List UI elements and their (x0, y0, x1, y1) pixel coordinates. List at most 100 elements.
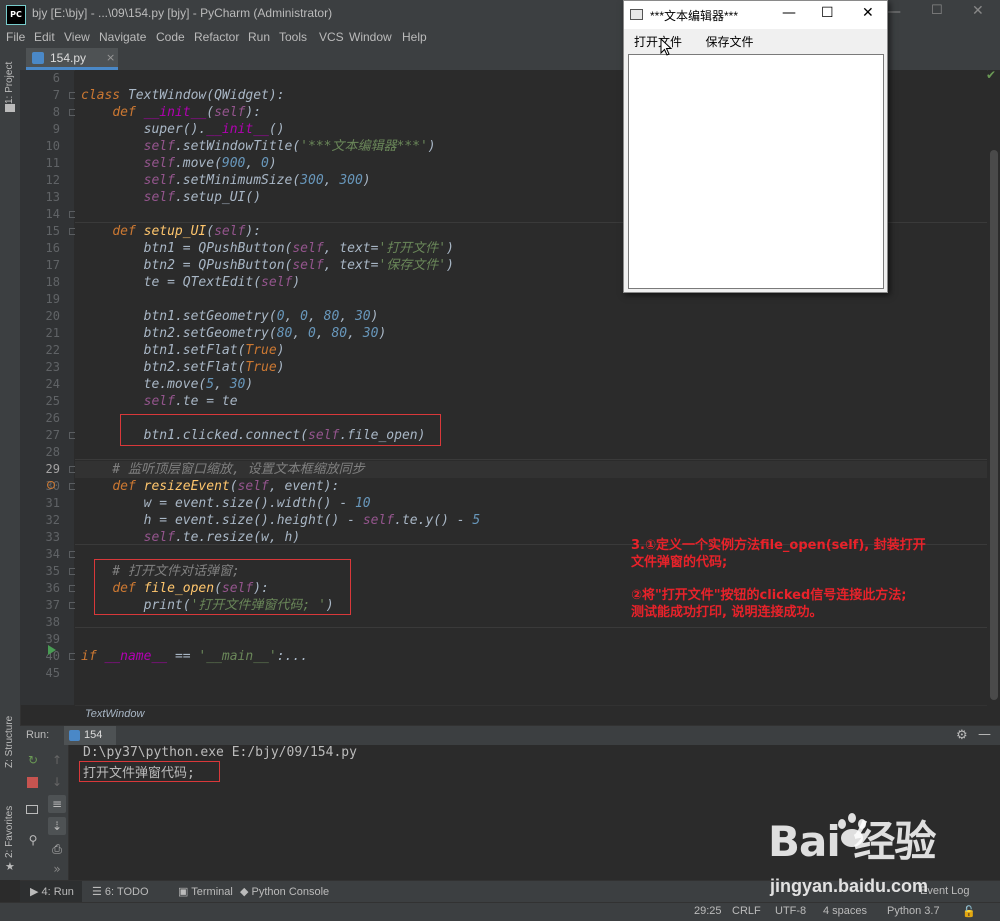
line-number: 34 (45, 547, 60, 561)
up-arrow-icon[interactable]: ↑ (48, 751, 66, 769)
line-number: 35 (45, 564, 60, 578)
qt-maximize-icon[interactable]: ☐ (821, 5, 834, 21)
save-file-button[interactable]: 保存文件 (692, 31, 767, 53)
more-icon[interactable]: » (48, 860, 66, 878)
run-gutter-icon[interactable] (48, 645, 56, 655)
menu-file[interactable]: File (6, 30, 25, 44)
qt-minimize-icon[interactable]: — (782, 5, 796, 21)
line-number: 26 (45, 411, 60, 425)
star-icon: ★ (5, 860, 15, 873)
tool-run[interactable]: ▶ 4: Run (30, 885, 74, 898)
layout-icon[interactable] (26, 805, 38, 814)
code-line: btn2.setFlat(True) (143, 360, 285, 375)
tab-label: 154.py (50, 51, 87, 65)
open-file-button[interactable]: 打开文件 (624, 31, 692, 53)
menu-tools[interactable]: Tools (279, 30, 307, 44)
code-line: self.setWindowTitle('***文本编辑器***') (143, 139, 436, 154)
menu-code[interactable]: Code (156, 30, 185, 44)
highlight-box-output (79, 761, 220, 782)
line-number: 27 (45, 428, 60, 442)
code-line: self.setup_UI() (143, 190, 262, 205)
line-number: 38 (45, 615, 60, 629)
run-label: Run: (26, 729, 50, 741)
menu-vcs[interactable]: VCS (319, 30, 344, 44)
print-icon[interactable]: ⎙ (48, 840, 66, 858)
minimize-icon[interactable]: — (887, 4, 901, 20)
line-separator[interactable]: CRLF (732, 905, 761, 917)
file-encoding[interactable]: UTF-8 (775, 905, 806, 917)
method-separator (75, 459, 987, 460)
override-marker-icon[interactable] (47, 481, 55, 489)
breadcrumb-class[interactable]: TextWindow (85, 708, 144, 720)
line-number: 36 (45, 581, 60, 595)
indent-setting[interactable]: 4 spaces (823, 905, 867, 917)
scrollbar-thumb[interactable] (990, 150, 998, 700)
maximize-icon[interactable]: ☐ (931, 3, 943, 18)
hide-panel-icon[interactable]: — (978, 727, 991, 742)
code-line: def resizeEvent(self, event): (112, 479, 340, 494)
rerun-icon[interactable]: ↻ (24, 751, 42, 769)
lock-icon[interactable]: 🔓 (962, 905, 976, 918)
pin-icon[interactable]: ⚲ (24, 831, 42, 849)
structure-tool-label[interactable]: Z: Structure (4, 716, 15, 768)
menu-navigate[interactable]: Navigate (99, 30, 146, 44)
breadcrumb: TextWindow (75, 705, 987, 726)
line-number: 6 (52, 71, 60, 85)
tab-close-icon[interactable]: × (106, 51, 115, 64)
python-run-icon (69, 730, 80, 741)
inspection-ok-icon[interactable]: ✔ (986, 68, 996, 82)
menu-edit[interactable]: Edit (34, 30, 55, 44)
menu-window[interactable]: Window (349, 30, 392, 44)
down-arrow-icon[interactable]: ↓ (48, 773, 66, 791)
line-number: 14 (45, 207, 60, 221)
console-command-line: D:\py37\python.exe E:/bjy/09/154.py (83, 745, 357, 760)
soft-wrap-icon[interactable]: ≡ (48, 795, 66, 813)
code-line: btn1.setFlat(True) (143, 343, 285, 358)
menu-help[interactable]: Help (402, 30, 427, 44)
code-line: self.te = te (143, 394, 238, 409)
code-line: btn1 = QPushButton(self, text='打开文件') (143, 241, 454, 256)
code-line: super().__init__() (143, 122, 285, 137)
stop-icon[interactable] (27, 777, 38, 788)
run-tab-label: 154 (84, 729, 103, 741)
tool-terminal[interactable]: ▣ Terminal (178, 885, 233, 898)
line-number: 29 (45, 462, 60, 476)
line-number: 17 (45, 258, 60, 272)
line-number: 18 (45, 275, 60, 289)
scroll-to-end-icon[interactable]: ⇣ (48, 817, 66, 835)
qt-close-icon[interactable]: ✕ (862, 5, 874, 21)
tool-todo[interactable]: ☰ 6: TODO (92, 885, 149, 898)
menu-run[interactable]: Run (248, 30, 270, 44)
project-tool-label[interactable]: 1: Project (4, 62, 15, 104)
line-number: 45 (45, 666, 60, 680)
python-file-icon (32, 52, 44, 64)
baidu-watermark-url: jingyan.baidu.com (770, 876, 929, 896)
menu-view[interactable]: View (64, 30, 90, 44)
pycharm-app-icon: PC (6, 5, 26, 25)
line-number: 25 (45, 394, 60, 408)
tab-154-py[interactable]: 154.py × (26, 48, 118, 70)
code-line: self.setMinimumSize(300, 300) (143, 173, 371, 188)
code-line: btn2 = QPushButton(self, text='保存文件') (143, 258, 454, 273)
code-line: self.te.resize(w, h) (143, 530, 301, 545)
line-number: 7 (52, 88, 60, 102)
line-number: 24 (45, 377, 60, 391)
menu-refactor[interactable]: Refactor (194, 30, 239, 44)
run-tab-154[interactable]: 154 (64, 726, 116, 746)
line-number: 13 (45, 190, 60, 204)
favorites-tool-label[interactable]: 2: Favorites (4, 806, 15, 858)
text-edit-area[interactable] (628, 54, 884, 289)
line-number: 16 (45, 241, 60, 255)
run-toolbar: ↻ ↑ ↓ ≡ ⇣ ⚲ ⎙ » (20, 745, 69, 880)
caret-position[interactable]: 29:25 (694, 905, 722, 917)
qt-window-title: ***文本编辑器*** (650, 9, 739, 23)
gear-icon[interactable]: ⚙ (956, 728, 968, 743)
code-line: class TextWindow(QWidget): (81, 88, 285, 103)
left-tool-strip: 1: Project Z: Structure 2: Favorites ★ (0, 48, 21, 880)
line-number: 8 (52, 105, 60, 119)
annotation-line-1: 3.①定义一个实例方法file_open(self), 封装打开 (631, 538, 926, 553)
tool-python-console[interactable]: ◆ Python Console (240, 885, 329, 898)
method-separator (75, 627, 987, 628)
close-icon[interactable]: ✕ (972, 3, 984, 19)
python-interpreter[interactable]: Python 3.7 (887, 905, 940, 917)
